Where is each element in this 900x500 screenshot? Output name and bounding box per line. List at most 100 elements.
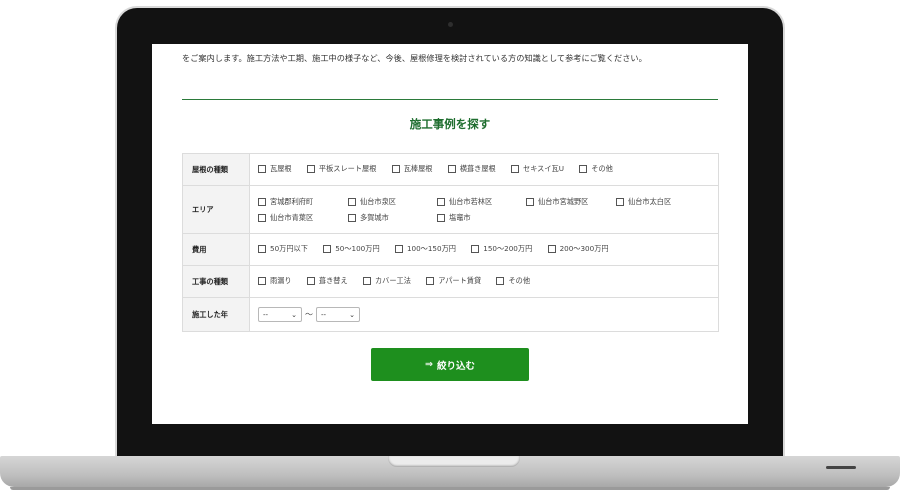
checkbox-label: 平板スレート屋根 [318,164,377,173]
year-from-select[interactable]: -- ⌄ [258,307,302,322]
checkbox-icon[interactable] [348,213,356,222]
checkbox-icon[interactable] [526,197,534,206]
checkbox-work-apartment[interactable]: アパート賃貸 [426,276,481,286]
search-title: 施工事例を探す [409,117,491,131]
checkbox-label: セキスイ瓦U [523,164,564,173]
checkbox-roof-kawara[interactable]: 瓦屋根 [258,164,292,174]
checkbox-icon[interactable] [616,197,624,206]
checkbox-icon[interactable] [511,165,519,173]
checkbox-icon[interactable] [579,165,588,173]
checkbox-icon[interactable] [394,245,403,253]
checkbox-icon[interactable] [258,213,266,222]
year-from-value: -- [263,310,269,319]
filter-row-year: 施工した年 -- ⌄ 〜 -- ⌄ [182,297,719,332]
checkbox-icon[interactable] [471,245,480,253]
checkbox-area-tagajo[interactable]: 多賀城市 [348,213,437,223]
year-to-select[interactable]: -- ⌄ [316,307,360,322]
checkbox-label: その他 [508,276,531,285]
checkbox-icon[interactable] [323,245,332,253]
checkbox-work-cover[interactable]: カバー工法 [362,276,411,286]
chevron-down-icon: ⌄ [291,310,297,319]
checkbox-label: 葺き替え [318,276,348,285]
year-to-value: -- [321,310,327,319]
checkbox-roof-yokobuki[interactable]: 横葺き屋根 [447,164,496,174]
checkbox-icon[interactable] [362,277,371,285]
filter-label-roof-type: 屋根の種類 [182,153,250,186]
laptop-screen: をご案内します。施工方法や工期、施工中の様子など、今後、屋根修理を検討されている… [152,44,748,424]
checkbox-work-reroof[interactable]: 葺き替え [306,276,348,286]
checkbox-icon[interactable] [447,165,456,173]
chevron-down-icon: ⌄ [349,310,355,319]
checkbox-icon[interactable] [547,245,556,253]
checkbox-label: 仙台市若林区 [449,196,493,206]
checkbox-label: 50〜100万円 [335,244,380,253]
filter-submit-button[interactable]: ⇒ 絞り込む [371,348,529,381]
checkbox-cost-5[interactable]: 200〜300万円 [547,244,609,254]
checkbox-cost-1[interactable]: 50万円以下 [258,244,308,254]
checkbox-label: その他 [591,164,613,173]
checkbox-icon[interactable] [391,165,400,173]
checkbox-roof-slate[interactable]: 平板スレート屋根 [306,164,377,174]
checkbox-label: 100〜150万円 [406,244,456,253]
checkbox-work-other[interactable]: その他 [496,276,530,286]
checkbox-area-taihaku[interactable]: 仙台市太白区 [616,197,676,207]
webcam-icon [448,22,453,27]
filter-row-roof-type: 屋根の種類 瓦屋根 平板スレート屋根 瓦棒屋根 横葺き屋根 セキスイ瓦U その他 [182,153,719,186]
checkbox-label: 50万円以下 [270,244,308,253]
checkbox-label: 仙台市泉区 [360,196,396,206]
filter-submit-label: 絞り込む [436,360,475,372]
year-separator: 〜 [305,309,313,319]
divider [182,99,718,100]
filter-row-area: エリア 宮城郡利府町 仙台市泉区 仙台市若林区 仙台市宮城野区 仙台市太白区 仙… [182,185,719,234]
checkbox-label: 雨漏り [270,276,292,285]
checkbox-label: カバー工法 [374,276,411,285]
checkbox-label: 150〜200万円 [483,244,533,253]
intro-text: をご案内します。施工方法や工期、施工中の様子など、今後、屋根修理を検討されている… [182,53,647,63]
checkbox-icon[interactable] [258,245,266,253]
filter-label-area: エリア [182,185,250,234]
filter-row-work-type: 工事の種類 雨漏り 葺き替え カバー工法 アパート賃貸 その他 [182,265,719,298]
indicator-light-icon [826,466,856,469]
laptop-base-edge [10,487,890,490]
laptop-notch [388,456,520,467]
checkbox-label: 横葺き屋根 [459,164,496,173]
checkbox-label: 宮城郡利府町 [270,196,314,206]
checkbox-work-leak[interactable]: 雨漏り [258,276,292,286]
checkbox-label: 多賀城市 [360,212,389,222]
checkbox-area-wakabayashi[interactable]: 仙台市若林区 [437,197,526,207]
checkbox-roof-kawarabo[interactable]: 瓦棒屋根 [391,164,433,174]
checkbox-icon[interactable] [426,277,435,285]
checkbox-label: 瓦屋根 [270,164,292,173]
checkbox-cost-4[interactable]: 150〜200万円 [471,244,532,254]
checkbox-cost-3[interactable]: 100〜150万円 [394,244,456,254]
filter-label-cost: 費用 [182,233,250,266]
checkbox-label: 仙台市宮城野区 [538,196,589,206]
checkbox-icon[interactable] [437,213,445,222]
filter-label-work-type: 工事の種類 [182,265,250,298]
filter-table: 屋根の種類 瓦屋根 平板スレート屋根 瓦棒屋根 横葺き屋根 セキスイ瓦U その他… [182,153,719,332]
checkbox-icon[interactable] [258,197,266,206]
checkbox-icon[interactable] [306,277,315,285]
checkbox-icon[interactable] [258,277,266,285]
checkbox-area-izumi[interactable]: 仙台市泉区 [348,197,437,207]
checkbox-label: 塩竈市 [449,212,471,222]
checkbox-label: 仙台市太白区 [628,196,672,206]
checkbox-label: アパート賃貸 [438,276,482,285]
checkbox-icon[interactable] [348,197,356,206]
checkbox-label: 瓦棒屋根 [403,164,433,173]
checkbox-area-aoba[interactable]: 仙台市青葉区 [258,213,348,223]
checkbox-roof-other[interactable]: その他 [579,164,613,174]
checkbox-icon[interactable] [437,197,445,206]
checkbox-area-rifu[interactable]: 宮城郡利府町 [258,197,348,207]
checkbox-area-shiogama[interactable]: 塩竈市 [437,213,526,223]
checkbox-area-miyagino[interactable]: 仙台市宮城野区 [526,197,616,207]
checkbox-icon[interactable] [496,277,505,285]
arrow-right-icon: ⇒ [425,359,433,370]
checkbox-roof-sekisui[interactable]: セキスイ瓦U [511,164,564,174]
checkbox-label: 200〜300万円 [559,244,609,253]
checkbox-cost-2[interactable]: 50〜100万円 [323,244,380,254]
checkbox-icon[interactable] [258,165,266,173]
filter-label-year: 施工した年 [182,297,250,332]
checkbox-label: 仙台市青葉区 [270,212,314,222]
checkbox-icon[interactable] [306,165,315,173]
